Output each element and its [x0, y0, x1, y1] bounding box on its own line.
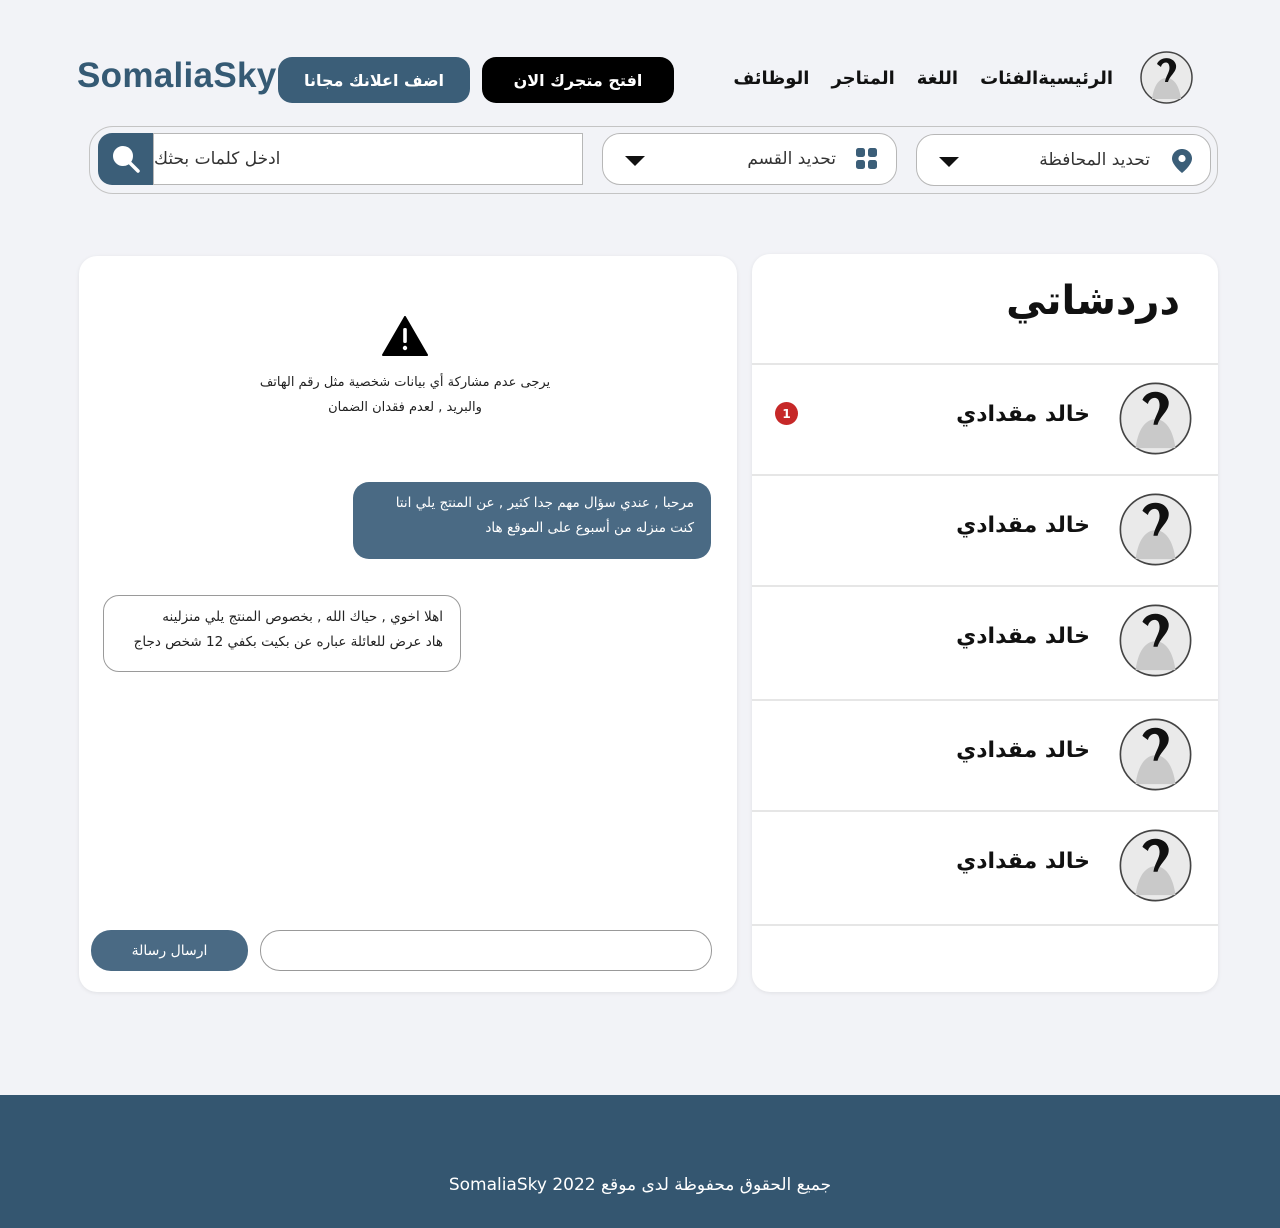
avatar: [1119, 604, 1192, 677]
privacy-warning-line1: يرجى عدم مشاركة أي بيانات شخصية مثل رقم …: [259, 375, 551, 390]
message-input[interactable]: [260, 930, 712, 971]
incoming-message: اهلا اخوي , حياك الله , بخصوص المنتج يلي…: [103, 595, 461, 672]
avatar: [1119, 382, 1192, 455]
search-icon: [112, 146, 140, 173]
conversation-item[interactable]: خالد مقدادي: [752, 810, 1218, 920]
conversation-item[interactable]: خالد مقدادي 1: [752, 363, 1218, 473]
conversation-item[interactable]: خالد مقدادي: [752, 699, 1218, 809]
send-message-button[interactable]: ارسال رسالة: [91, 930, 248, 971]
conversations-title: دردشاتي: [1006, 278, 1180, 324]
user-avatar[interactable]: [1140, 51, 1193, 104]
conversation-item[interactable]: خالد مقدادي: [752, 585, 1218, 695]
conversation-name: خالد مقدادي: [956, 513, 1090, 538]
conversation-name: خالد مقدادي: [956, 402, 1090, 427]
outgoing-message-line1: مرحبا , عندي سؤال مهم جدا كثير , عن المن…: [395, 495, 694, 511]
conversations-panel: دردشاتي خالد مقدادي 1 خالد مقدادي خالد م…: [752, 254, 1218, 992]
incoming-message-line2: هاد عرض للعائلة عباره عن بكيت بكفي 12 شخ…: [133, 634, 443, 650]
category-select-label: تحديد القسم: [747, 149, 836, 169]
main-nav: الرئيسية الفئات اللغة المتاجر الوظائف: [711, 68, 1113, 89]
divider: [752, 924, 1218, 926]
add-ad-button[interactable]: اضف اعلانك مجانا: [278, 57, 470, 103]
category-select[interactable]: تحديد القسم: [602, 133, 897, 185]
conversation-item[interactable]: خالد مقدادي: [752, 474, 1218, 584]
grid-icon: [856, 148, 878, 175]
outgoing-message-line2: كنت منزله من أسبوع على الموقع هاد: [485, 520, 694, 536]
footer: جميع الحقوق محفوظة لدى موقع SomaliaSky 2…: [0, 1095, 1280, 1228]
nav-stores[interactable]: المتاجر: [831, 68, 894, 89]
chevron-down-icon: [625, 156, 645, 166]
nav-categories[interactable]: الفئات: [980, 68, 1038, 89]
nav-jobs[interactable]: الوظائف: [733, 68, 809, 89]
governorate-select-label: تحديد المحافظة: [1039, 150, 1150, 170]
incoming-message-line1: اهلا اخوي , حياك الله , بخصوص المنتج يلي…: [162, 609, 443, 625]
search-input[interactable]: ادخل كلمات بحثك: [153, 133, 583, 185]
brand-logo[interactable]: SomaliaSky: [77, 56, 277, 96]
conversation-name: خالد مقدادي: [956, 624, 1090, 649]
chevron-down-icon: [939, 157, 959, 167]
nav-home[interactable]: الرئيسية: [1038, 68, 1113, 89]
outgoing-message: مرحبا , عندي سؤال مهم جدا كثير , عن المن…: [353, 482, 711, 559]
privacy-warning-line2: والبريد , لعدم فقدان الضمان: [328, 400, 482, 415]
conversation-name: خالد مقدادي: [956, 849, 1090, 874]
open-store-button[interactable]: افتح متجرك الان: [482, 57, 674, 103]
conversation-name: خالد مقدادي: [956, 738, 1090, 763]
unread-badge: 1: [775, 402, 798, 425]
avatar: [1119, 718, 1192, 791]
governorate-select[interactable]: تحديد المحافظة: [916, 134, 1211, 186]
avatar: [1119, 829, 1192, 902]
search-button[interactable]: [98, 133, 153, 185]
warning-icon: [382, 316, 428, 360]
privacy-warning: يرجى عدم مشاركة أي بيانات شخصية مثل رقم …: [225, 370, 585, 420]
location-pin-icon: [1172, 149, 1192, 178]
nav-language[interactable]: اللغة: [917, 68, 958, 89]
footer-copyright: جميع الحقوق محفوظة لدى موقع SomaliaSky 2…: [448, 1175, 832, 1195]
avatar: [1119, 493, 1192, 566]
